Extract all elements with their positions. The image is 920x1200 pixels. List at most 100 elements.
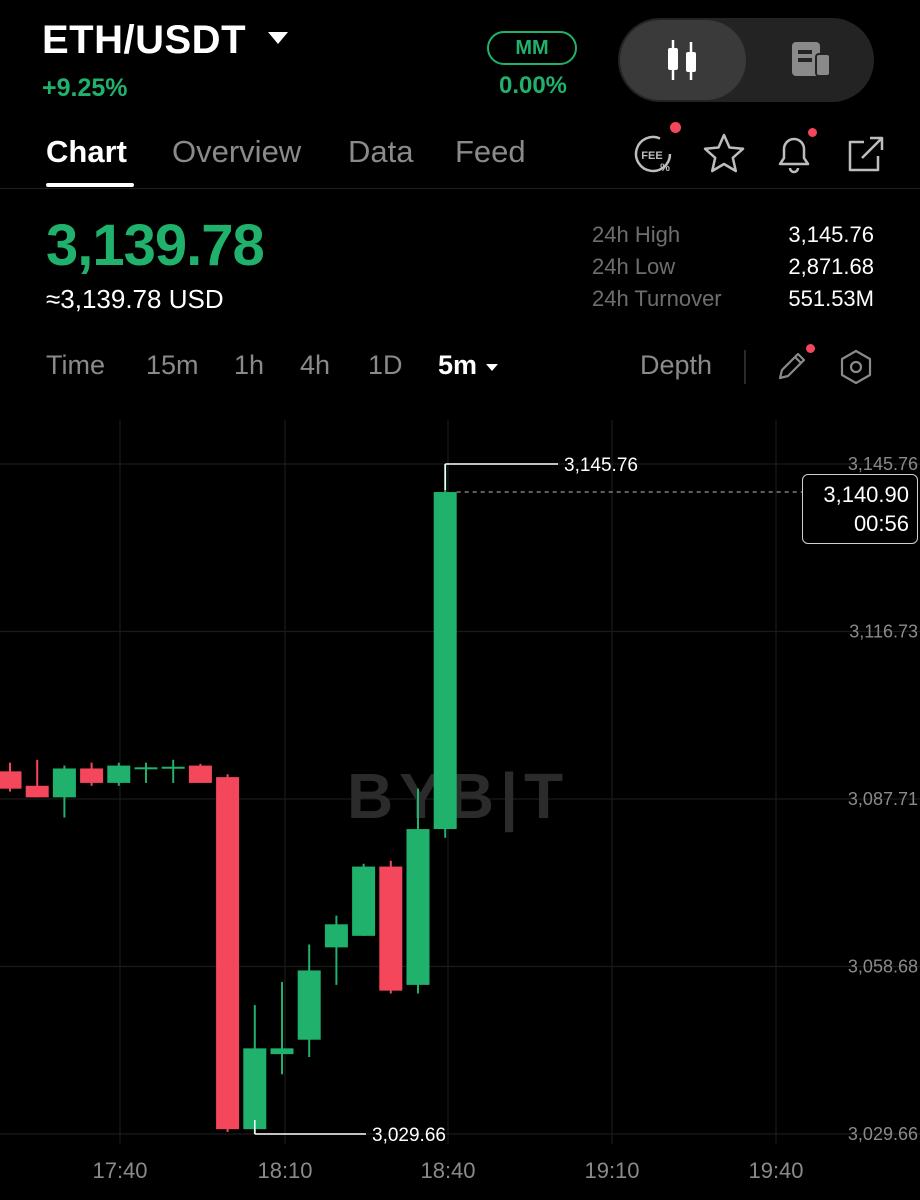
divider — [744, 350, 746, 384]
drawing-tool-button[interactable] — [772, 346, 812, 386]
candle-body — [297, 970, 321, 1040]
candle-body — [243, 1048, 267, 1130]
share-icon — [848, 136, 884, 172]
candle-body — [188, 765, 212, 783]
alert-button[interactable] — [770, 130, 818, 178]
candle — [52, 765, 76, 818]
timeframe-4h[interactable]: 4h — [300, 350, 330, 381]
price-axis: 3,145.76 3,116.73 3,087.71 3,058.68 3,029.66 — [848, 454, 918, 1144]
candle-body — [270, 1048, 294, 1055]
candle — [352, 863, 376, 936]
time-tick-label: 19:40 — [748, 1158, 803, 1183]
favorite-button[interactable] — [700, 130, 748, 178]
candlestick-icon — [668, 40, 696, 80]
candle — [270, 981, 294, 1075]
stat-value-24h-high: 3,145.76 — [788, 222, 874, 247]
svg-text:%: % — [660, 162, 670, 174]
candle — [297, 944, 321, 1058]
candle-body — [25, 785, 49, 798]
candle — [25, 759, 49, 798]
pair-title[interactable]: ETH/USDT — [42, 18, 246, 63]
candle — [324, 915, 348, 985]
time-tick-label: 18:40 — [420, 1158, 475, 1183]
pair-change-percent: +9.25% — [42, 74, 128, 102]
candle-body — [379, 866, 403, 991]
candle-body — [80, 768, 104, 783]
candle-body — [433, 492, 457, 830]
usd-price: ≈3,139.78 USD — [46, 284, 224, 314]
candle — [0, 762, 22, 792]
candle-body — [107, 765, 131, 783]
divider — [0, 188, 920, 189]
settings-hexagon-icon — [840, 349, 872, 385]
candle — [134, 762, 158, 783]
candle-body — [352, 866, 376, 936]
current-price-tag: 3,140.90 00:56 — [802, 474, 918, 544]
stat-label-24h-low: 24h Low — [592, 254, 676, 279]
fee-button[interactable]: FEE % — [630, 130, 678, 178]
drawing-notification-dot — [806, 344, 815, 353]
candle — [188, 763, 212, 783]
time-tick-label: 18:10 — [257, 1158, 312, 1183]
timeframe-time[interactable]: Time — [46, 350, 105, 381]
candle-body — [52, 768, 76, 798]
timeframe-1h[interactable]: 1h — [234, 350, 264, 381]
share-button[interactable] — [842, 130, 890, 178]
active-tab-indicator — [46, 183, 134, 187]
stat-label-24h-turnover: 24h Turnover — [592, 286, 722, 311]
time-axis: 17:40 18:10 18:40 19:10 19:40 — [92, 1158, 803, 1183]
current-price-value: 3,140.90 — [823, 482, 909, 507]
tab-overview[interactable]: Overview — [172, 134, 301, 170]
timeframe-5m[interactable]: 5m — [438, 350, 477, 381]
stat-value-24h-low: 2,871.68 — [788, 254, 874, 279]
candle-body — [216, 777, 240, 1130]
watermark: BYB|T — [347, 760, 569, 833]
candle — [161, 759, 185, 783]
tab-chart[interactable]: Chart — [46, 134, 127, 170]
candle — [243, 1005, 267, 1134]
high-price-label: 3,145.76 — [564, 455, 638, 476]
candlestick-view-button[interactable] — [620, 20, 746, 100]
timeframe-15m[interactable]: 15m — [146, 350, 199, 381]
candlestick-chart[interactable]: BYB|T 3,145.76 3,029.66 3,145.76 3,116.73 3… — [0, 420, 920, 1200]
pencil-icon — [778, 352, 806, 380]
document-list-icon — [792, 42, 831, 77]
timeframe-1d[interactable]: 1D — [368, 350, 403, 381]
tab-feed[interactable]: Feed — [455, 134, 526, 170]
last-price: 3,139.78 — [46, 213, 265, 278]
bell-icon — [778, 137, 810, 174]
stat-label-24h-high: 24h High — [592, 222, 681, 247]
star-icon — [703, 133, 745, 173]
timeframe-dropdown-caret-icon[interactable] — [486, 364, 498, 371]
fee-label: FEE — [641, 150, 662, 162]
time-tick-label: 17:40 — [92, 1158, 147, 1183]
candle — [433, 464, 457, 838]
candle-body — [406, 829, 430, 985]
fee-notification-dot — [670, 122, 681, 133]
price-tick-label: 3,116.73 — [849, 622, 918, 642]
low-price-label: 3,029.66 — [372, 1125, 446, 1146]
price-tick-label: 3,058.68 — [848, 957, 918, 977]
candle — [80, 762, 104, 786]
fee-icon: FEE % — [634, 135, 672, 174]
mm-value: 0.00% — [498, 72, 568, 99]
tab-data[interactable]: Data — [348, 134, 413, 170]
candle-body — [0, 771, 22, 789]
price-tick-label: 3,145.76 — [848, 454, 918, 474]
candle-body — [324, 924, 348, 948]
candle — [216, 774, 240, 1133]
candle — [107, 762, 131, 786]
time-tick-label: 19:10 — [584, 1158, 639, 1183]
candle-countdown: 00:56 — [853, 511, 909, 536]
pair-dropdown-caret-icon[interactable] — [268, 32, 288, 44]
alert-notification-dot — [808, 128, 817, 137]
depth-button[interactable]: Depth — [640, 350, 712, 381]
candle — [379, 860, 403, 994]
candle-body — [134, 767, 158, 770]
candle-body — [161, 766, 185, 769]
price-tick-label: 3,087.71 — [848, 789, 918, 809]
mm-badge[interactable]: MM — [487, 31, 577, 65]
document-view-button[interactable] — [752, 20, 872, 100]
chart-settings-button[interactable] — [836, 347, 876, 387]
stat-value-24h-turnover: 551.53M — [788, 286, 874, 311]
